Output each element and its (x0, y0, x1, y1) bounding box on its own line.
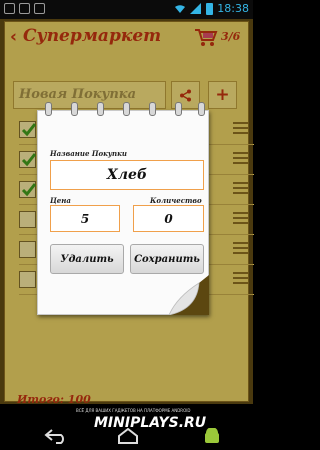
bottom-bar: ВСЁ ДЛЯ ВАШИХ ГАДЖЕТОВ НА ПЛАТФОРМЕ ANDR… (0, 404, 253, 450)
android-logo-icon (205, 428, 219, 443)
delete-button[interactable]: Удалить (50, 244, 124, 274)
banner-tagline: ВСЁ ДЛЯ ВАШИХ ГАДЖЕТОВ НА ПЛАТФОРМЕ ANDR… (76, 408, 191, 413)
spiral-binding (43, 102, 205, 120)
wifi-icon (175, 5, 186, 13)
home-icon[interactable] (116, 428, 140, 444)
quantity-field[interactable]: 0 (133, 205, 204, 232)
edit-item-dialog: Название Покупки Хлеб Цена 5 Количество … (37, 102, 209, 315)
price-label: Цена (50, 196, 71, 205)
status-bar: 18:38 (0, 0, 253, 19)
back-icon[interactable] (44, 428, 68, 444)
name-label: Название Покупки (50, 149, 127, 158)
notification-icons (4, 3, 45, 14)
clock: 18:38 (217, 2, 249, 15)
image-icon (19, 3, 30, 14)
name-field[interactable]: Хлеб (50, 160, 204, 190)
banner-brand: MINIPLAYS.RU (94, 415, 207, 431)
signal-icon (190, 3, 202, 14)
usb-icon (34, 3, 45, 14)
quantity-label: Количество (150, 196, 202, 205)
price-field[interactable]: 5 (50, 205, 120, 232)
notification-icon (4, 3, 15, 14)
page-curl-icon (169, 275, 209, 315)
save-button[interactable]: Сохранить (130, 244, 204, 274)
battery-icon (206, 2, 214, 15)
